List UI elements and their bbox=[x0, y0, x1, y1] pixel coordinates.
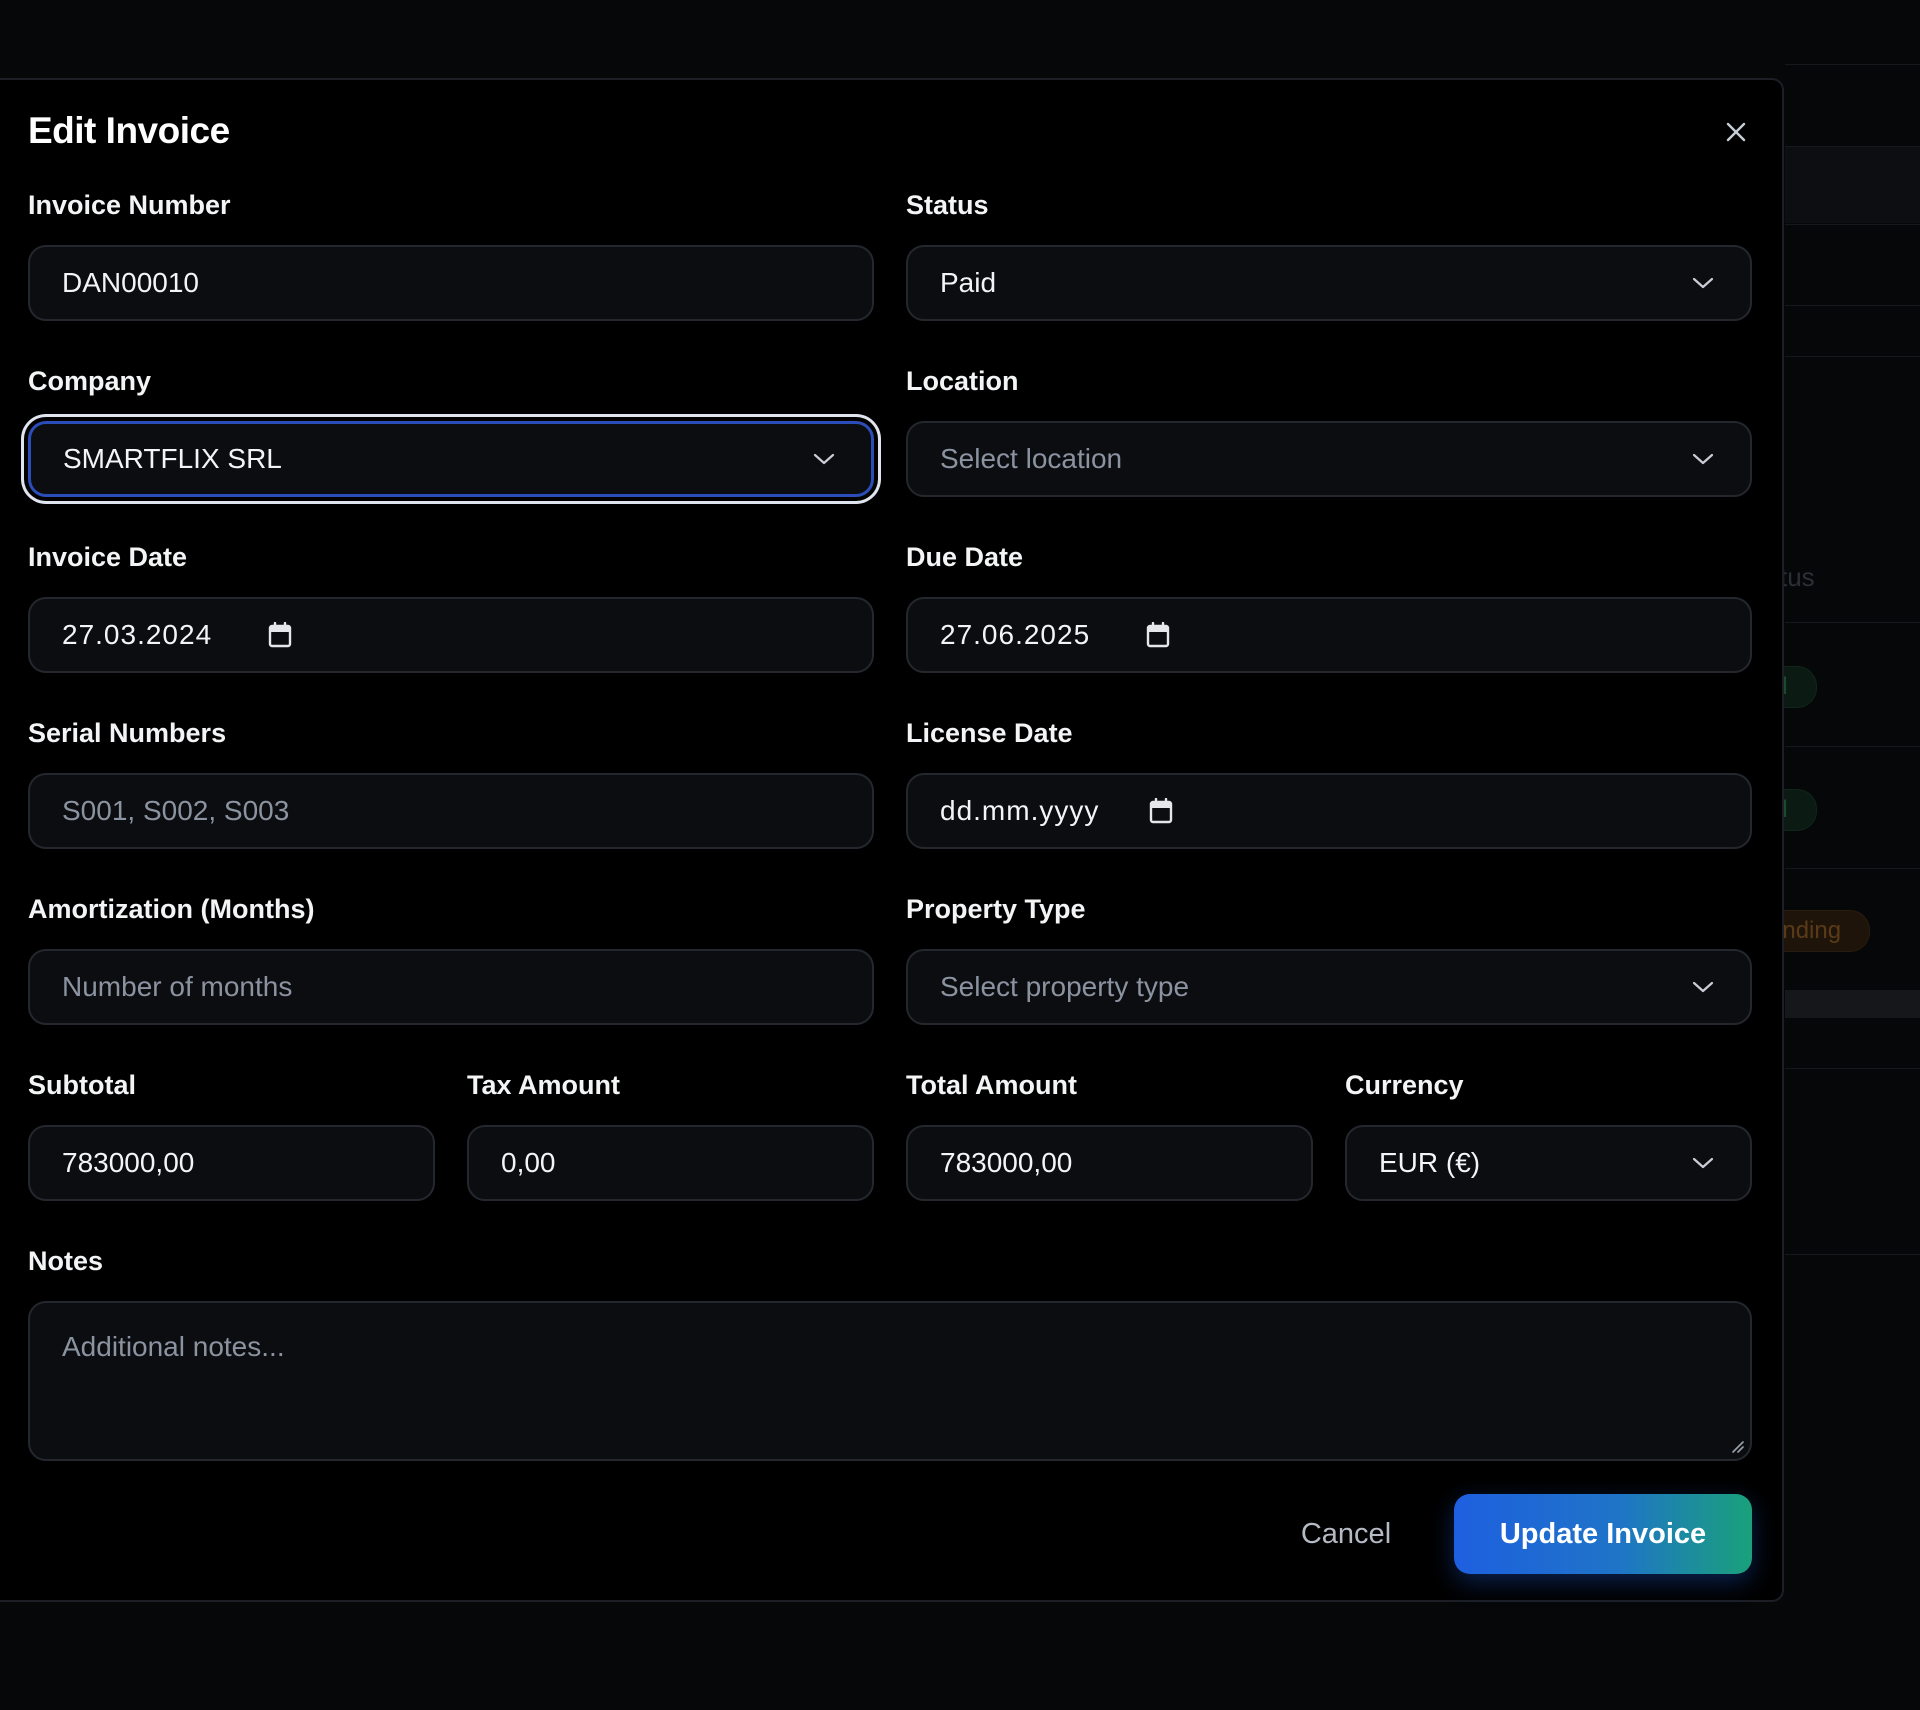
status-label: Status bbox=[906, 190, 989, 220]
resize-grip-icon[interactable] bbox=[1730, 1439, 1744, 1453]
location-label: Location bbox=[906, 366, 1019, 396]
notes-label: Notes bbox=[28, 1246, 104, 1276]
bg-divider bbox=[1785, 868, 1920, 869]
serial-numbers-input[interactable]: S001, S002, S003 bbox=[28, 773, 874, 849]
company-label: Company bbox=[28, 366, 152, 396]
due-date-value: 27.06.2025 bbox=[940, 619, 1091, 650]
bg-band bbox=[1785, 147, 1920, 223]
location-select[interactable]: Select location bbox=[906, 421, 1752, 497]
tax-amount-input[interactable]: 0,00 bbox=[467, 1125, 874, 1201]
amortization-label: Amortization (Months) bbox=[28, 894, 315, 924]
chevron-down-icon bbox=[813, 452, 835, 466]
property-type-label: Property Type bbox=[906, 894, 1086, 924]
currency-select[interactable]: EUR (€) bbox=[1345, 1125, 1752, 1201]
bg-divider bbox=[1785, 224, 1920, 225]
invoice-number-value: DAN00010 bbox=[62, 267, 199, 298]
currency-value: EUR (€) bbox=[1379, 1147, 1481, 1178]
close-icon bbox=[1726, 122, 1746, 142]
close-button[interactable] bbox=[1718, 114, 1754, 150]
edit-invoice-modal: Edit Invoice Invoice Number DAN00010 Sta… bbox=[0, 78, 1784, 1602]
status-select[interactable]: Paid bbox=[906, 245, 1752, 321]
amortization-placeholder: Number of months bbox=[62, 971, 293, 1002]
company-value: SMARTFLIX SRL bbox=[63, 443, 282, 474]
bg-divider bbox=[1785, 622, 1920, 623]
chevron-down-icon bbox=[1692, 452, 1714, 466]
license-date-input[interactable]: dd.mm.yyyy bbox=[906, 773, 1752, 849]
notes-textarea[interactable]: Additional notes... bbox=[28, 1301, 1752, 1461]
bg-band bbox=[1785, 990, 1920, 1018]
tax-amount-label: Tax Amount bbox=[467, 1070, 620, 1100]
total-amount-label: Total Amount bbox=[906, 1070, 1077, 1100]
company-select[interactable]: SMARTFLIX SRL bbox=[28, 421, 874, 497]
total-amount-value: 783000,00 bbox=[940, 1147, 1073, 1178]
property-type-select[interactable]: Select property type bbox=[906, 949, 1752, 1025]
serial-numbers-label: Serial Numbers bbox=[28, 718, 227, 748]
currency-label: Currency bbox=[1345, 1070, 1464, 1100]
calendar-icon[interactable] bbox=[1149, 798, 1173, 824]
bg-divider bbox=[1785, 64, 1920, 65]
bg-column-header: tus bbox=[1780, 562, 1815, 592]
bg-divider bbox=[1785, 1068, 1920, 1069]
bg-divider bbox=[1785, 746, 1920, 747]
invoice-number-label: Invoice Number bbox=[28, 190, 231, 220]
due-date-label: Due Date bbox=[906, 542, 1024, 572]
calendar-icon[interactable] bbox=[268, 622, 292, 648]
tax-amount-value: 0,00 bbox=[501, 1147, 556, 1178]
amortization-input[interactable]: Number of months bbox=[28, 949, 874, 1025]
calendar-icon[interactable] bbox=[1146, 622, 1170, 648]
bg-divider bbox=[1785, 1254, 1920, 1255]
modal-title: Edit Invoice bbox=[28, 110, 230, 151]
chevron-down-icon bbox=[1692, 276, 1714, 290]
update-invoice-button[interactable]: Update Invoice bbox=[1454, 1494, 1752, 1574]
chevron-down-icon bbox=[1692, 980, 1714, 994]
notes-placeholder: Additional notes... bbox=[62, 1331, 285, 1362]
bg-divider bbox=[1785, 356, 1920, 357]
subtotal-label: Subtotal bbox=[28, 1070, 136, 1100]
total-amount-input[interactable]: 783000,00 bbox=[906, 1125, 1313, 1201]
invoice-number-input[interactable]: DAN00010 bbox=[28, 245, 874, 321]
location-placeholder: Select location bbox=[940, 443, 1123, 474]
invoice-date-value: 27.03.2024 bbox=[62, 619, 213, 650]
cancel-button[interactable]: Cancel bbox=[1286, 1494, 1406, 1574]
status-value: Paid bbox=[940, 267, 997, 298]
license-date-label: License Date bbox=[906, 718, 1073, 748]
license-date-value: dd.mm.yyyy bbox=[940, 795, 1100, 826]
serial-numbers-placeholder: S001, S002, S003 bbox=[62, 795, 290, 826]
due-date-input[interactable]: 27.06.2025 bbox=[906, 597, 1752, 673]
property-type-placeholder: Select property type bbox=[940, 971, 1190, 1002]
chevron-down-icon bbox=[1692, 1156, 1714, 1170]
invoice-date-input[interactable]: 27.03.2024 bbox=[28, 597, 874, 673]
subtotal-value: 783000,00 bbox=[62, 1147, 195, 1178]
invoice-date-label: Invoice Date bbox=[28, 542, 188, 572]
bg-divider bbox=[1785, 305, 1920, 306]
subtotal-input[interactable]: 783000,00 bbox=[28, 1125, 435, 1201]
